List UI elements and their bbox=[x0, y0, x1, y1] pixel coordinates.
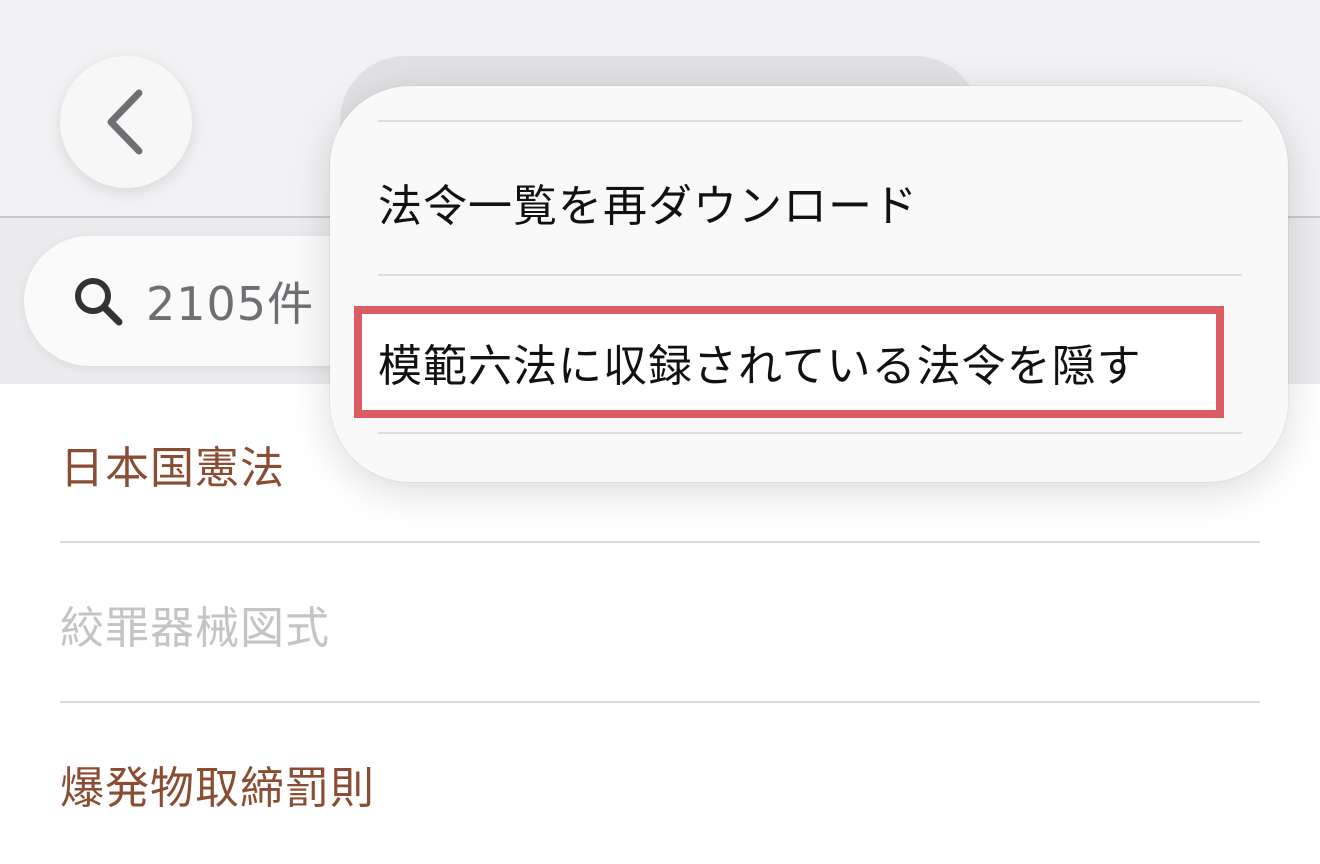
hide-included-laws-menu-item[interactable]: 模範六法に収録されている法令を隠す bbox=[378, 302, 1240, 422]
back-button[interactable] bbox=[60, 56, 192, 188]
result-count: 2105件 bbox=[146, 277, 315, 331]
context-menu: 法令一覧を再ダウンロード 模範六法に収録されている法令を隠す bbox=[330, 86, 1288, 482]
menu-divider bbox=[378, 432, 1242, 434]
chevron-left-icon bbox=[107, 89, 143, 155]
redownload-law-list-menu-item[interactable]: 法令一覧を再ダウンロード bbox=[378, 142, 1240, 262]
law-list-item[interactable]: 絞罪器械図式 bbox=[60, 544, 1260, 704]
law-list-item[interactable]: 爆発物取締罰則 bbox=[60, 704, 1260, 864]
divider bbox=[60, 701, 1260, 703]
divider bbox=[60, 541, 1260, 543]
menu-divider bbox=[378, 120, 1242, 122]
menu-divider bbox=[378, 274, 1242, 276]
magnifying-glass-icon bbox=[68, 271, 128, 331]
